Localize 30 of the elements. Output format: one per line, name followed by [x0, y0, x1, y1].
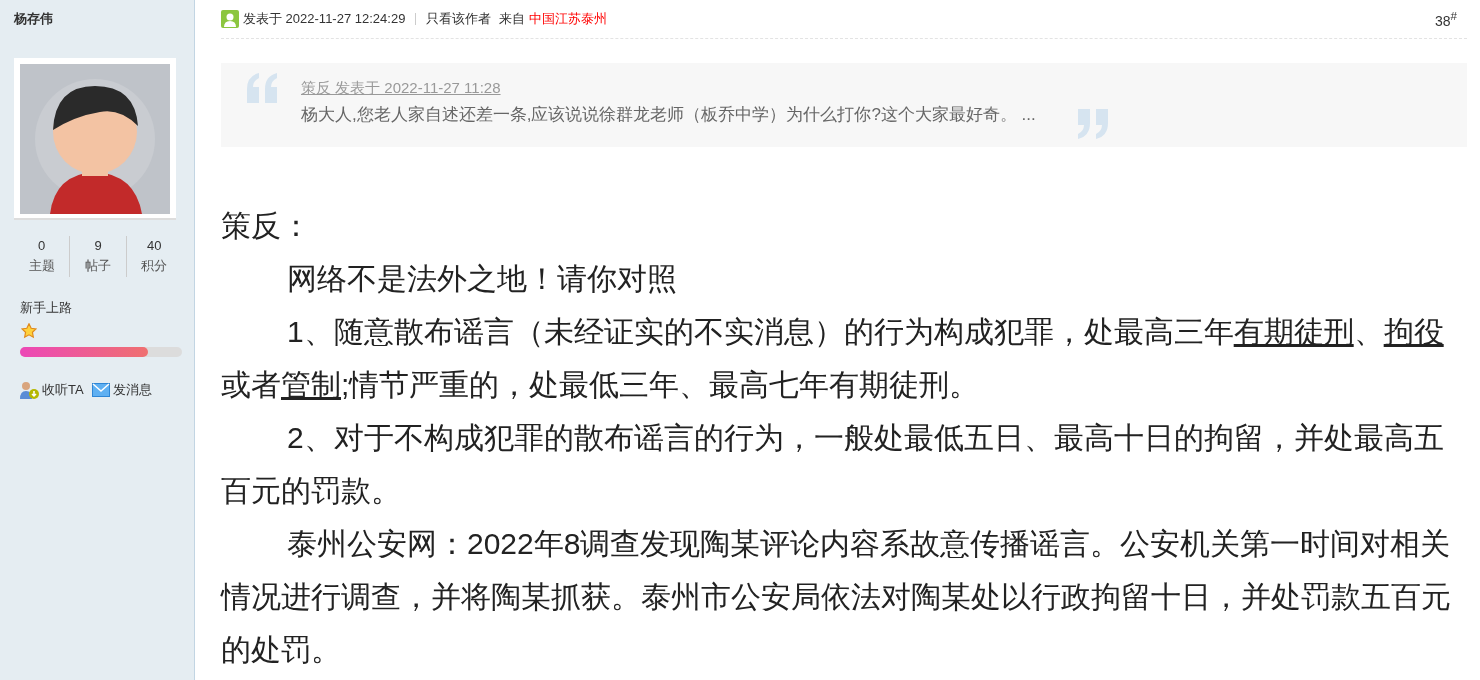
term-link[interactable]: 拘役 — [1383, 315, 1444, 348]
post-paragraph: 2、对于不构成犯罪的散布谣言的行为，一般处最低五日、最高十日的拘留，并处最高五百元的罚款。 — [221, 420, 1445, 509]
post-time: 发表于 2022-11-27 12:24:29 — [243, 10, 406, 28]
open-quote-icon — [245, 73, 279, 103]
quote-text: 杨大人,您老人家自述还差一条,应该说说徐群龙老师（板乔中学）为什么打你?这个大家最好奇。 ... — [301, 104, 1036, 126]
follow-link[interactable]: 收听TA — [19, 381, 84, 399]
stat-value: 0 — [38, 238, 46, 253]
post-paragraph: 1、随意散布谣言（未经证实的不实消息）的行为构成犯罪，处最高三年有期徒刑、拘役 或者管制;情节严重的，处最低三年、最高七年有期徒刑。 — [221, 314, 1445, 403]
stat-label: 主题 — [28, 257, 55, 275]
username: 杨存伟 — [14, 10, 54, 28]
term-link[interactable]: 管制 — [281, 368, 341, 401]
post-paragraph: 泰州公安网：2022年8调查发现陶某评论内容系故意传播谣言。公安机关第一时间对相关情况进行调查，并将陶某抓获。泰州市公安局依法对陶某处以行政拘留十日，并处罚款五百元的处罚。 — [221, 526, 1452, 668]
term-link[interactable]: 有期徒刑 — [1233, 315, 1354, 348]
author-only-link[interactable]: 只看该作者 — [426, 10, 492, 28]
stat-label: 帖子 — [85, 257, 111, 275]
stat-value: 9 — [94, 238, 102, 253]
user-icon — [221, 10, 239, 28]
message-link[interactable]: 发消息 — [91, 381, 152, 399]
user-rank: 新手上路 — [20, 299, 73, 317]
person-icon — [19, 381, 39, 399]
close-quote-icon — [1075, 109, 1110, 139]
post-paragraph: 网络不是法外之地！请你对照 — [286, 261, 678, 297]
post-location: 中国江苏泰州 — [529, 10, 608, 28]
from-label: 来自 — [499, 10, 526, 28]
stat-value: 40 — [147, 238, 162, 253]
post-paragraph: 策反： — [221, 208, 312, 244]
floor-number[interactable]: 38$^{#}$ — [1434, 9, 1457, 29]
stat-label: 积分 — [141, 257, 168, 275]
star-icon — [21, 323, 37, 339]
envelope-icon — [91, 383, 110, 397]
